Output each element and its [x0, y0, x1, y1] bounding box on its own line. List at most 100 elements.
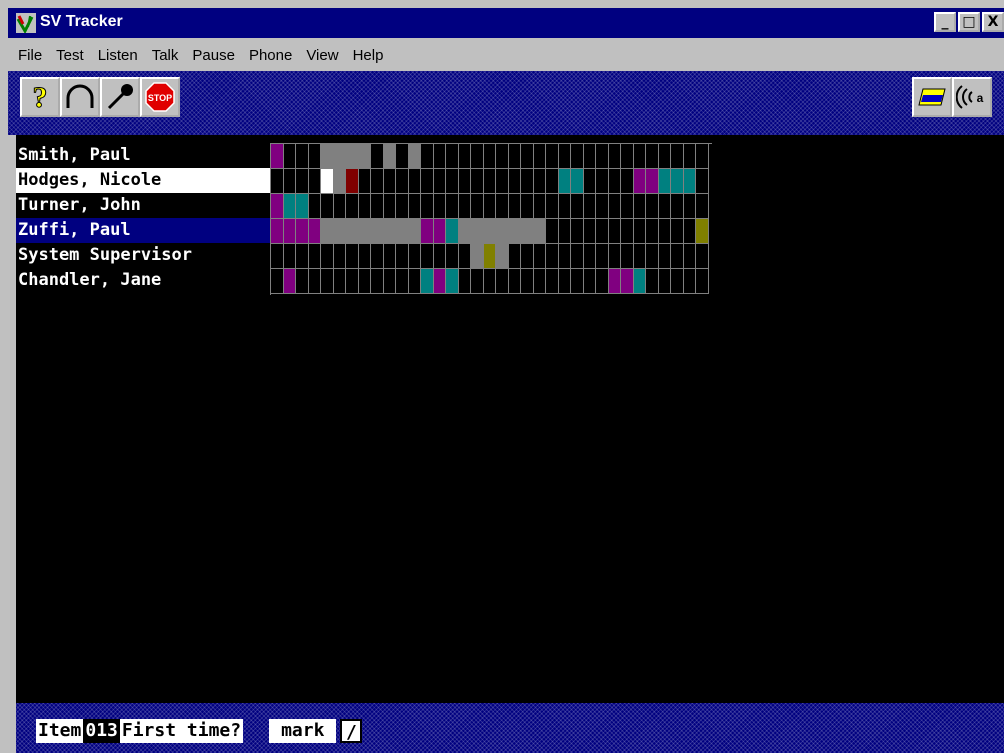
timeline-cell[interactable] — [633, 194, 646, 219]
timeline-cell[interactable] — [458, 144, 471, 169]
timeline-cell[interactable] — [271, 194, 284, 219]
timeline-cell[interactable] — [296, 219, 309, 244]
timeline-cell[interactable] — [583, 194, 596, 219]
timeline-cell[interactable] — [496, 269, 509, 294]
mark-button[interactable]: mark — [269, 719, 337, 743]
timeline-cell[interactable] — [646, 244, 659, 269]
timeline-cell[interactable] — [321, 244, 334, 269]
timeline-cell[interactable] — [433, 269, 446, 294]
timeline-cell[interactable] — [483, 269, 496, 294]
timeline-cell[interactable] — [483, 244, 496, 269]
timeline-cell[interactable] — [446, 269, 459, 294]
timeline-cell[interactable] — [283, 194, 296, 219]
timeline-cell[interactable] — [521, 269, 534, 294]
timeline-cell[interactable] — [533, 169, 546, 194]
timeline-cell[interactable] — [433, 219, 446, 244]
timeline-cell[interactable] — [346, 169, 359, 194]
timeline-cell[interactable] — [296, 169, 309, 194]
timeline-cell[interactable] — [683, 269, 696, 294]
timeline-cell[interactable] — [358, 169, 371, 194]
timeline-cell[interactable] — [483, 169, 496, 194]
timeline-cell[interactable] — [558, 144, 571, 169]
timeline-cell[interactable] — [508, 244, 521, 269]
timeline-cell[interactable] — [571, 244, 584, 269]
timeline-cell[interactable] — [483, 194, 496, 219]
timeline-cell[interactable] — [296, 269, 309, 294]
stop-button[interactable]: STOP — [140, 77, 180, 117]
menu-file[interactable]: File — [18, 47, 42, 64]
timeline-cell[interactable] — [533, 144, 546, 169]
timeline-cell[interactable] — [471, 219, 484, 244]
timeline-cell[interactable] — [446, 194, 459, 219]
timeline-cell[interactable] — [646, 269, 659, 294]
menu-help[interactable]: Help — [353, 47, 384, 64]
timeline-cell[interactable] — [333, 194, 346, 219]
timeline-cell[interactable] — [346, 269, 359, 294]
timeline-cell[interactable] — [371, 194, 384, 219]
timeline-cell[interactable] — [683, 144, 696, 169]
timeline-cell[interactable] — [346, 194, 359, 219]
timeline-cell[interactable] — [308, 269, 321, 294]
timeline-cell[interactable] — [271, 144, 284, 169]
timeline-cell[interactable] — [308, 144, 321, 169]
timeline-cell[interactable] — [271, 244, 284, 269]
user-row[interactable]: Chandler, Jane — [16, 268, 270, 293]
timeline-cell[interactable] — [696, 194, 709, 219]
user-row[interactable]: Hodges, Nicole — [16, 168, 270, 193]
timeline-cell[interactable] — [396, 269, 409, 294]
timeline-cell[interactable] — [446, 169, 459, 194]
timeline-cell[interactable] — [458, 219, 471, 244]
timeline-cell[interactable] — [346, 219, 359, 244]
timeline-cell[interactable] — [296, 194, 309, 219]
timeline-cell[interactable] — [683, 219, 696, 244]
timeline-cell[interactable] — [696, 244, 709, 269]
timeline-cell[interactable] — [671, 244, 684, 269]
timeline-cell[interactable] — [558, 194, 571, 219]
timeline-cell[interactable] — [496, 244, 509, 269]
user-row[interactable]: System Supervisor — [16, 243, 270, 268]
timeline-cell[interactable] — [558, 269, 571, 294]
timeline-cell[interactable] — [546, 144, 559, 169]
timeline-cell[interactable] — [321, 194, 334, 219]
timeline-cell[interactable] — [596, 144, 609, 169]
timeline-cell[interactable] — [346, 144, 359, 169]
timeline-cell[interactable] — [358, 269, 371, 294]
timeline-cell[interactable] — [596, 244, 609, 269]
timeline-cell[interactable] — [471, 244, 484, 269]
timeline-cell[interactable] — [608, 144, 621, 169]
timeline-cell[interactable] — [583, 144, 596, 169]
timeline-cell[interactable] — [396, 169, 409, 194]
timeline-cell[interactable] — [283, 144, 296, 169]
timeline-cell[interactable] — [596, 269, 609, 294]
timeline-cell[interactable] — [508, 194, 521, 219]
timeline-cell[interactable] — [483, 144, 496, 169]
timeline-cell[interactable] — [608, 219, 621, 244]
timeline-cell[interactable] — [271, 169, 284, 194]
timeline-cell[interactable] — [471, 269, 484, 294]
timeline-cell[interactable] — [546, 269, 559, 294]
timeline-cell[interactable] — [346, 244, 359, 269]
timeline-cell[interactable] — [633, 244, 646, 269]
timeline-cell[interactable] — [621, 269, 634, 294]
timeline-cell[interactable] — [621, 144, 634, 169]
timeline-cell[interactable] — [496, 194, 509, 219]
timeline-cell[interactable] — [458, 194, 471, 219]
timeline-cell[interactable] — [408, 244, 421, 269]
title-bar[interactable]: SV Tracker _ □ X — [8, 8, 1004, 38]
timeline-cell[interactable] — [371, 219, 384, 244]
timeline-cell[interactable] — [546, 194, 559, 219]
timeline-cell[interactable] — [658, 194, 671, 219]
timeline-cell[interactable] — [546, 244, 559, 269]
timeline-cell[interactable] — [558, 169, 571, 194]
timeline-cell[interactable] — [508, 144, 521, 169]
timeline-cell[interactable] — [458, 244, 471, 269]
timeline-cell[interactable] — [471, 169, 484, 194]
timeline-cell[interactable] — [358, 194, 371, 219]
timeline-cell[interactable] — [421, 219, 434, 244]
timeline-cell[interactable] — [408, 169, 421, 194]
timeline-cell[interactable] — [271, 219, 284, 244]
timeline-cell[interactable] — [471, 144, 484, 169]
minimize-button[interactable]: _ — [934, 12, 956, 32]
timeline-cell[interactable] — [383, 244, 396, 269]
timeline-cell[interactable] — [471, 194, 484, 219]
